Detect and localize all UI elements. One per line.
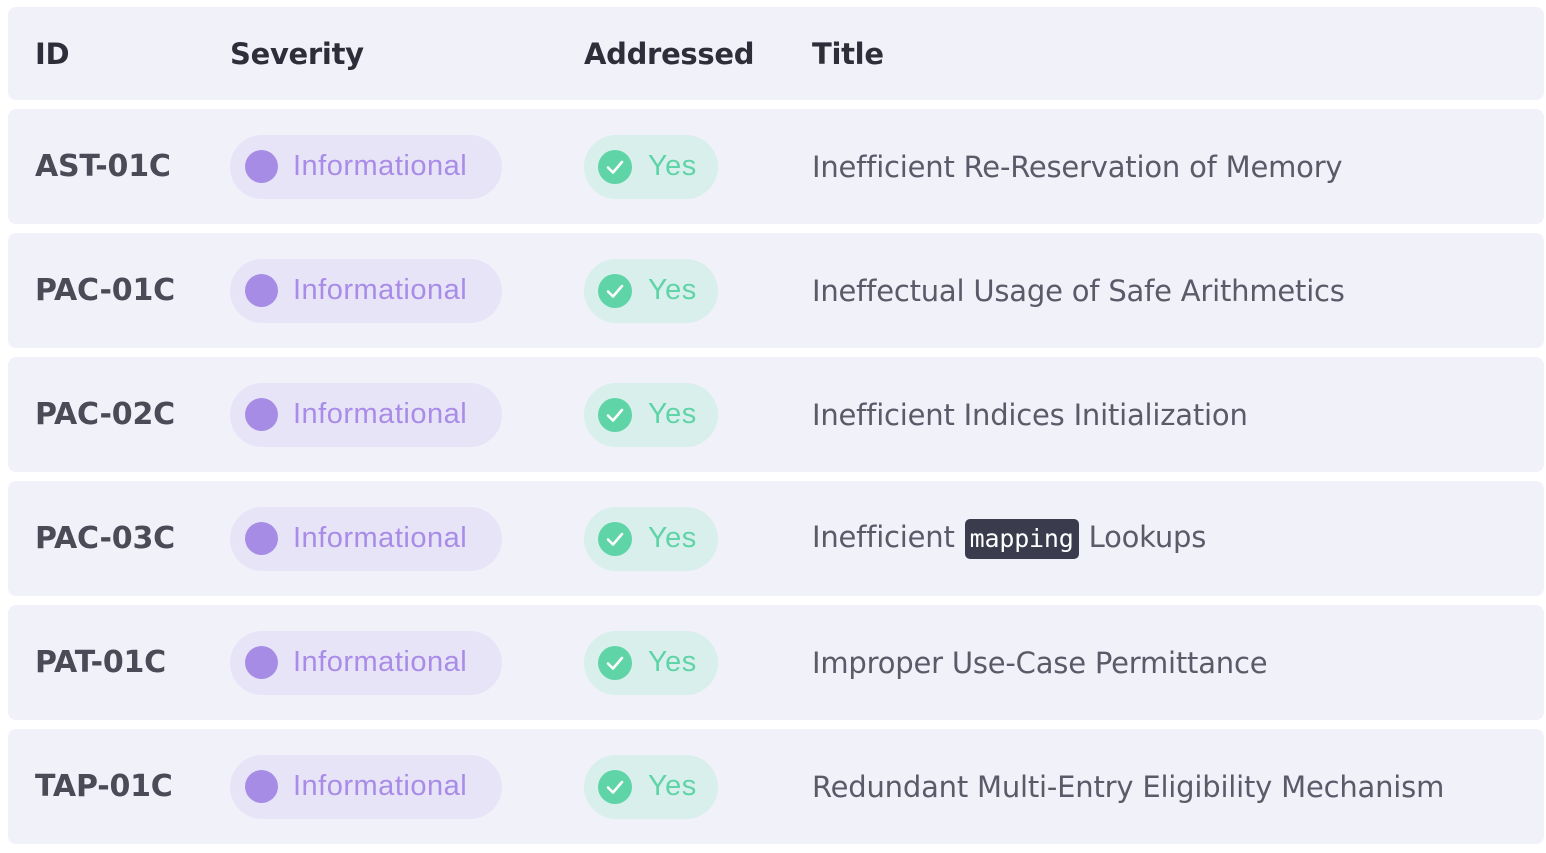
title-text: Redundant Multi-Entry Eligibility Mechan… <box>812 769 1445 804</box>
table-row: PAT-01C Informational Yes Improper Use-C… <box>8 605 1544 720</box>
addressed-badge: Yes <box>584 630 718 695</box>
severity-label: Informational <box>293 150 468 182</box>
addressed-badge: Yes <box>584 258 718 323</box>
title-text: Ineffectual Usage of Safe Arithmetics <box>812 273 1345 308</box>
addressed-label: Yes <box>648 398 697 430</box>
finding-id: PAC-02C <box>35 397 175 432</box>
severity-badge: Informational <box>230 134 502 199</box>
finding-title: Inefficient Indices Initialization <box>812 398 1248 432</box>
addressed-badge: Yes <box>584 506 718 571</box>
table-row: PAC-03C Informational Yes Inefficient map… <box>8 481 1544 596</box>
circle-dot-icon <box>245 522 278 555</box>
table-row: TAP-01C Informational Yes Redundant Mult… <box>8 729 1544 844</box>
check-circle-icon <box>598 645 632 680</box>
finding-title: Redundant Multi-Entry Eligibility Mechan… <box>812 770 1444 804</box>
severity-badge: Informational <box>230 258 502 323</box>
addressed-badge: Yes <box>584 382 718 447</box>
title-text: Inefficient Re-Reservation of Memory <box>812 149 1343 184</box>
title-text: Inefficient Indices Initialization <box>812 397 1248 432</box>
severity-label: Informational <box>293 770 468 802</box>
addressed-badge: Yes <box>584 754 718 819</box>
addressed-label: Yes <box>648 522 697 554</box>
findings-table: ID Severity Addressed Title AST-01C Info… <box>8 7 1544 853</box>
header-severity: Severity <box>230 36 364 71</box>
addressed-label: Yes <box>648 770 697 802</box>
finding-id: PAT-01C <box>35 645 166 680</box>
check-circle-icon <box>598 397 632 432</box>
finding-id: AST-01C <box>35 149 171 184</box>
severity-badge: Informational <box>230 506 502 571</box>
circle-dot-icon <box>245 274 278 307</box>
finding-id: TAP-01C <box>35 769 173 804</box>
circle-dot-icon <box>245 150 278 183</box>
check-circle-icon <box>598 149 632 184</box>
inline-code: mapping <box>964 518 1079 559</box>
addressed-label: Yes <box>648 274 697 306</box>
severity-label: Informational <box>293 522 468 554</box>
addressed-badge: Yes <box>584 134 718 199</box>
severity-badge: Informational <box>230 754 502 819</box>
finding-id: PAC-01C <box>35 273 175 308</box>
severity-label: Informational <box>293 398 468 430</box>
table-header: ID Severity Addressed Title <box>8 7 1544 100</box>
header-id: ID <box>35 36 70 71</box>
table-row: AST-01C Informational Yes Inefficient Re… <box>8 109 1544 224</box>
severity-badge: Informational <box>230 630 502 695</box>
finding-title: Ineffectual Usage of Safe Arithmetics <box>812 274 1345 308</box>
header-title: Title <box>812 36 884 71</box>
header-addressed: Addressed <box>584 36 755 71</box>
check-circle-icon <box>598 521 632 556</box>
finding-title: Inefficient Re-Reservation of Memory <box>812 149 1343 184</box>
title-text: Improper Use-Case Permittance <box>812 645 1268 680</box>
severity-label: Informational <box>293 274 468 306</box>
title-text: Inefficient <box>812 519 955 554</box>
severity-label: Informational <box>293 646 468 678</box>
check-circle-icon <box>598 273 632 308</box>
title-text-after: Lookups <box>1088 519 1207 554</box>
table-row: PAC-01C Informational Yes Ineffectual Us… <box>8 233 1544 348</box>
addressed-label: Yes <box>648 646 697 678</box>
circle-dot-icon <box>245 770 278 803</box>
table-row: PAC-02C Informational Yes Inefficient In… <box>8 357 1544 472</box>
finding-title: Improper Use-Case Permittance <box>812 645 1268 680</box>
addressed-label: Yes <box>648 150 697 182</box>
severity-badge: Informational <box>230 382 502 447</box>
check-circle-icon <box>598 769 632 804</box>
circle-dot-icon <box>245 646 278 679</box>
finding-id: PAC-03C <box>35 521 175 556</box>
circle-dot-icon <box>245 398 278 431</box>
finding-title: Inefficient mapping Lookups <box>812 518 1207 559</box>
